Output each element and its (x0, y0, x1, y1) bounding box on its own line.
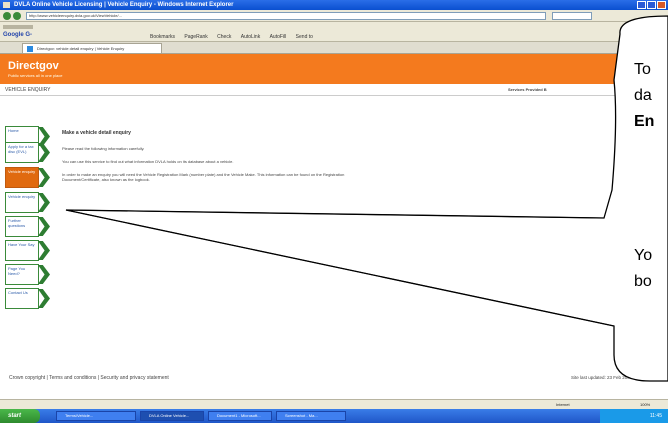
service-description: You can use this service to find out wha… (62, 159, 234, 164)
nav-item-page-you-need[interactable]: Page You Need? (5, 264, 50, 285)
breadcrumb: VEHICLE ENQUIRY Services Provided B (0, 84, 668, 96)
close-button[interactable] (657, 1, 666, 9)
page-footer: Crown copyright | Terms and conditions |… (5, 373, 665, 383)
site-header: Directgov Public services all in one pla… (0, 54, 668, 84)
callout-text-line1: To (634, 61, 651, 78)
favicon-icon (27, 46, 33, 52)
windows-taskbar: start Terms\Vehicle... DVLA Online Vehic… (0, 409, 668, 423)
requirements-text: In order to make an enquiry you will nee… (62, 172, 345, 182)
clock: 11:45 (649, 413, 662, 419)
nav-item-label: Apply for a tax disc (EVL) (5, 142, 39, 163)
page-title: Make a vehicle detail enquiry (62, 130, 131, 136)
window-controls (637, 1, 666, 9)
last-updated: Site last updated: 23 Feb 2007 (571, 375, 633, 380)
nav-item-label: Contact Us (5, 288, 39, 309)
toolbar-item-bookmarks[interactable]: Bookmarks (150, 32, 175, 42)
chevron-right-icon (38, 217, 50, 236)
chevron-right-icon (38, 143, 50, 162)
callout-text-line4: Yo (634, 247, 653, 264)
tab-label: Directgov: vehicle detail enquiry | Vehi… (37, 46, 125, 51)
maximize-button[interactable] (647, 1, 656, 9)
links-row (0, 22, 668, 32)
nav-item-label: Further questions (5, 216, 39, 237)
chevron-right-icon (38, 265, 50, 284)
tab-vehicle-enquiry[interactable]: Directgov: vehicle detail enquiry | Vehi… (22, 43, 162, 53)
toolbar-buttons: Bookmarks PageRank Check AutoLink AutoFi… (0, 32, 668, 42)
toolbar-item-autolink[interactable]: AutoLink (241, 32, 260, 42)
taskbar-item[interactable]: Terms\Vehicle... (56, 411, 136, 421)
nav-item-contact-us[interactable]: Contact Us (5, 288, 50, 309)
links-placeholder (3, 24, 33, 29)
nav-item-further-questions[interactable]: Further questions (5, 216, 50, 237)
callout-text-line3: En (634, 113, 655, 130)
search-input[interactable] (552, 12, 592, 20)
section-title: VEHICLE ENQUIRY (5, 87, 51, 93)
callout-pointer-upper (65, 209, 605, 219)
address-bar: http://www.vehicleenquiry.dvla.gov.uk/Vi… (0, 10, 668, 22)
callout-pointer-lower (65, 209, 615, 327)
nav-item-label: Have Your Say (5, 240, 39, 261)
google-toolbar: Google G- Bookmarks PageRank Check AutoL… (0, 22, 668, 42)
logo-subtitle: Public services all in one place (8, 73, 63, 78)
start-button[interactable]: start (0, 409, 40, 423)
url-input[interactable]: http://www.vehicleenquiry.dvla.gov.uk/Vi… (26, 12, 546, 20)
system-tray: 11:45 (600, 409, 668, 423)
toolbar-item-sendto[interactable]: Send to (296, 32, 313, 42)
chevron-right-icon (38, 241, 50, 260)
toolbar-item-pagerank[interactable]: PageRank (184, 32, 207, 42)
taskbar-item[interactable]: Screenshot - Ma... (276, 411, 346, 421)
services-provided-by: Services Provided B (508, 87, 547, 92)
nav-item-vehicle-enquiry-active[interactable]: Vehicle enquiry (5, 167, 50, 188)
chevron-right-icon (38, 289, 50, 308)
nav-item-label: Vehicle enquiry (5, 167, 39, 188)
chevron-right-icon (38, 193, 50, 212)
footer-links[interactable]: Crown copyright | Terms and conditions |… (9, 375, 169, 381)
security-zone: Internet (556, 402, 570, 407)
tab-bar: Directgov: vehicle detail enquiry | Vehi… (0, 42, 668, 54)
window-titlebar: DVLA Online Vehicle Licensing | Vehicle … (0, 0, 668, 10)
window-title: DVLA Online Vehicle Licensing | Vehicle … (14, 2, 234, 8)
intro-text: Please read the following information ca… (62, 146, 145, 151)
callout-text-line5: bo (634, 273, 652, 290)
nav-item-have-your-say[interactable]: Have Your Say (5, 240, 50, 261)
minimize-button[interactable] (637, 1, 646, 9)
chevron-right-icon (38, 168, 50, 187)
nav-item-label: Vehicle enquiry (5, 192, 39, 213)
nav-item-label: Page You Need? (5, 264, 39, 285)
toolbar-item-check[interactable]: Check (217, 32, 231, 42)
callout-text-line2: da (634, 87, 652, 104)
toolbar-item-autofill[interactable]: AutoFill (270, 32, 287, 42)
nav-item-apply-tax-disc[interactable]: Apply for a tax disc (EVL) (5, 142, 50, 163)
status-bar: Internet 100% (0, 399, 668, 409)
ie-icon (3, 2, 10, 8)
taskbar-item[interactable]: Document1 - Microsoft... (208, 411, 272, 421)
zoom-level[interactable]: 100% (640, 402, 650, 407)
directgov-logo[interactable]: Directgov (8, 60, 59, 72)
forward-button[interactable] (13, 12, 21, 20)
nav-item-vehicle-enquiry[interactable]: Vehicle enquiry (5, 192, 50, 213)
back-button[interactable] (3, 12, 11, 20)
taskbar-item-active[interactable]: DVLA Online Vehicle... (140, 411, 204, 421)
